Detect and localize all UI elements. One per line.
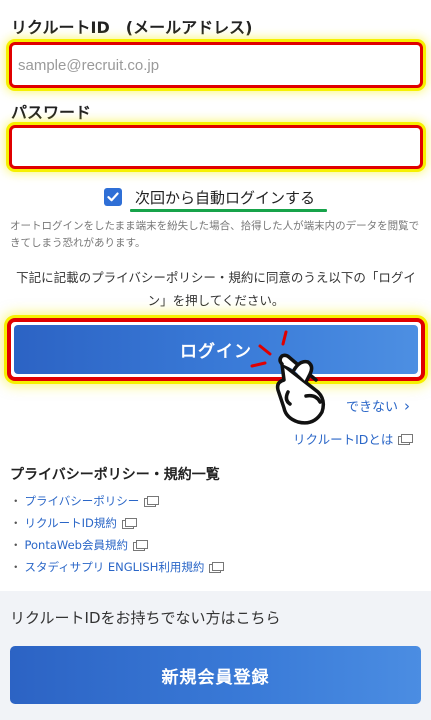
consent-text: 下記に記載のプライバシーポリシー・規約に同意のうえ以下の「ログイン」を押してくだ… [16,270,416,308]
auto-login-checkbox[interactable] [104,188,122,206]
policy-item-label: スタディサプリ ENGLISH利用規約 [24,560,205,574]
register-prompt: リクルートIDをお持ちでない方はこちら [10,609,281,627]
policy-item-label: PontaWeb会員規約 [24,538,128,552]
external-window-icon [144,496,160,507]
policy-item-studysapuri-terms[interactable]: ・ スタディサプリ ENGLISH利用規約 [10,556,225,578]
policy-item-pontaweb-terms[interactable]: ・ PontaWeb会員規約 [10,534,223,556]
pointing-hand-icon [250,330,326,425]
external-window-icon [398,433,414,445]
password-field-frame [9,125,423,169]
external-window-icon [132,540,148,551]
auto-login-warning: オートログインをしたまま端末を紛失した場合、拾得した人が端末内のデータを閲覧でき… [10,220,420,249]
about-recruit-id-link[interactable]: リクルートIDとは [293,429,414,448]
login-trouble-link[interactable]: できない › [346,396,411,416]
password-input[interactable] [12,128,420,166]
recruit-id-input[interactable] [12,45,420,85]
policy-item-label: リクルートID規約 [24,516,117,530]
auto-login-label[interactable]: 次回から自動ログインする [135,187,315,208]
register-button[interactable]: 新規会員登録 [10,646,421,704]
check-icon [107,192,119,202]
recruit-id-field-frame [9,42,423,88]
recruit-id-label: リクルートID (メールアドレス) [11,18,253,37]
about-recruit-id-label: リクルートIDとは [293,432,394,447]
policy-list: ・ プライバシーポリシー ・ リクルートID規約 ・ PontaWeb会員規約 … [10,490,225,578]
policy-item-label: プライバシーポリシー [24,494,140,508]
policy-item-recruit-id-terms[interactable]: ・ リクルートID規約 [10,512,223,534]
login-trouble-label: できない [346,400,399,415]
login-button[interactable]: ログイン [14,325,418,374]
auto-login-row[interactable]: 次回から自動ログインする [104,186,315,208]
auto-login-underline-annotation [130,209,327,212]
password-label: パスワード [11,103,92,122]
login-button-highlight: ログイン [7,318,425,381]
chevron-right-icon: › [404,396,411,415]
external-window-icon [209,562,225,573]
policy-item-privacy[interactable]: ・ プライバシーポリシー [10,490,223,512]
policy-section-title: プライバシーポリシー・規約一覧 [10,467,220,483]
external-window-icon [121,518,137,529]
